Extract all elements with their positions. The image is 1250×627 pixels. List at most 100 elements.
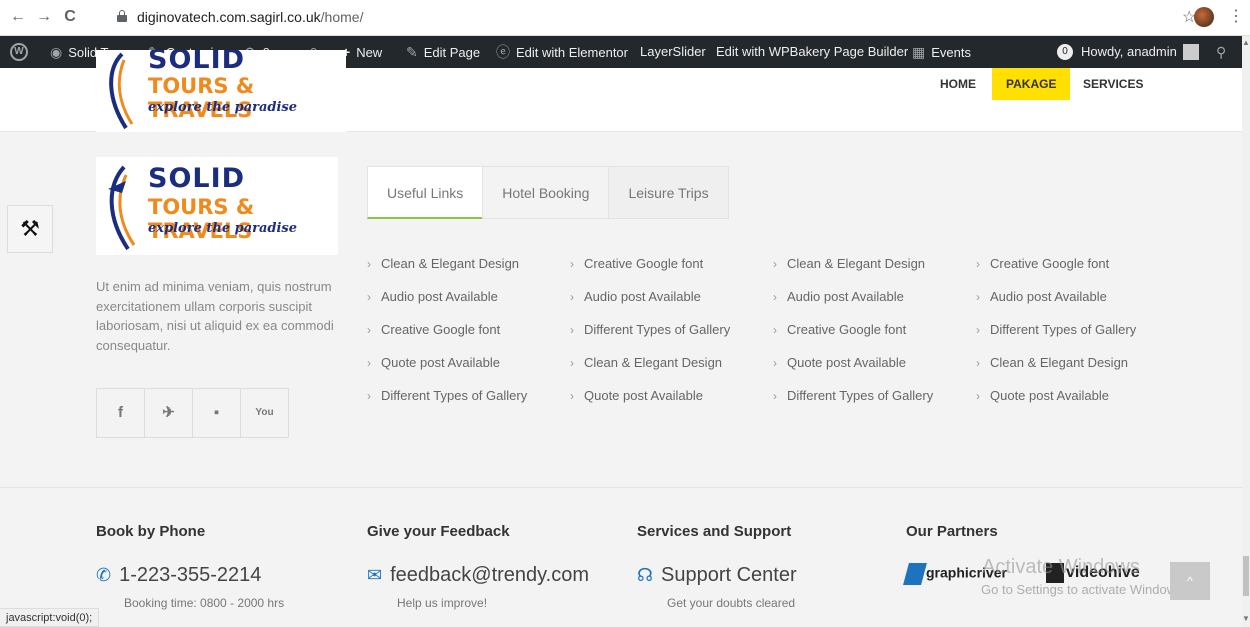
tools-icon[interactable]: ⚒ [7, 205, 53, 253]
list-item[interactable]: › Creative Google font [976, 256, 1109, 271]
list-item[interactable]: › Audio post Available [570, 289, 701, 304]
search-icon[interactable]: ⚲ [1216, 36, 1232, 68]
scrollbar-thumb[interactable] [1243, 556, 1249, 596]
social-links: f ✈ ▪ You [96, 388, 289, 438]
elementor-icon: ⓔ [496, 44, 510, 60]
layerslider-menu[interactable]: LayerSlider [640, 36, 706, 68]
edit-elementor-menu[interactable]: ⓔ Edit with Elementor [496, 36, 628, 68]
chevron-up-icon: ^ [1187, 574, 1193, 588]
site-header: SOLID TOURS & TRAVELS explore the paradi… [0, 50, 1242, 132]
chevron-right-icon: › [976, 356, 980, 370]
list-item[interactable]: › Creative Google font [367, 322, 500, 337]
scroll-down-icon[interactable]: ▼ [1242, 614, 1250, 623]
list-item[interactable]: › Clean & Elegant Design [773, 256, 925, 271]
list-item[interactable]: › Different Types of Gallery [773, 388, 933, 403]
twitter-icon[interactable]: ✈ [145, 389, 193, 437]
chevron-right-icon: › [367, 257, 371, 271]
footer-divider [0, 487, 1242, 488]
chevron-right-icon: › [367, 389, 371, 403]
youtube-icon[interactable]: You [241, 389, 288, 437]
list-item[interactable]: › Audio post Available [367, 289, 498, 304]
logo-mark-icon [108, 165, 136, 251]
list-item[interactable]: › Quote post Available [976, 388, 1109, 403]
chevron-right-icon: › [773, 257, 777, 271]
scroll-up-icon[interactable]: ▲ [1242, 38, 1250, 47]
new-content-menu[interactable]: + New [342, 36, 382, 68]
headphones-icon: ☊ [637, 565, 653, 585]
tab-hotel-booking[interactable]: Hotel Booking [482, 166, 609, 219]
phone-title: Book by Phone [96, 523, 206, 540]
chevron-right-icon: › [976, 290, 980, 304]
browser-toolbar: ← → C diginovatech.com.sagirl.co.uk/home… [0, 0, 1250, 36]
notification-badge: 0 [1057, 43, 1073, 60]
wp-logo-menu[interactable]: W [10, 36, 28, 68]
graphicriver-icon [903, 563, 927, 585]
list-item[interactable]: › Audio post Available [976, 289, 1107, 304]
menu-item-home[interactable]: HOME [926, 68, 990, 100]
feedback-sub: Help us improve! [397, 596, 488, 610]
lock-icon[interactable] [117, 10, 127, 22]
phone-link[interactable]: ✆ 1-223-355-2214 [96, 564, 261, 587]
footer-tabs: Useful Links Hotel Booking Leisure Trips [367, 166, 729, 219]
chevron-right-icon: › [976, 323, 980, 337]
profile-avatar[interactable] [1194, 7, 1214, 27]
list-item[interactable]: › Clean & Elegant Design [367, 256, 519, 271]
chevron-right-icon: › [570, 290, 574, 304]
support-sub: Get your doubts cleared [667, 596, 796, 610]
list-item[interactable]: › Different Types of Gallery [976, 322, 1136, 337]
back-icon[interactable]: ← [8, 8, 28, 26]
facebook-icon[interactable]: f [97, 389, 145, 437]
feedback-link[interactable]: ✉ feedback@trendy.com [367, 564, 589, 587]
partners-title: Our Partners [906, 523, 998, 540]
chevron-right-icon: › [367, 323, 371, 337]
tab-leisure-trips[interactable]: Leisure Trips [608, 166, 729, 219]
address-bar[interactable]: diginovatech.com.sagirl.co.uk/home/ [117, 5, 1167, 30]
list-item[interactable]: › Quote post Available [773, 355, 906, 370]
list-item[interactable]: › Clean & Elegant Design [976, 355, 1128, 370]
url-text[interactable]: diginovatech.com.sagirl.co.uk/home/ [137, 9, 363, 25]
activate-windows-subtext: Go to Settings to activate Windows. [981, 582, 1187, 597]
phone-sub: Booking time: 0800 - 2000 hrs [124, 596, 285, 610]
back-to-top-button[interactable]: ^ [1170, 562, 1210, 600]
chevron-right-icon: › [570, 356, 574, 370]
chevron-right-icon: › [976, 389, 980, 403]
avatar [1182, 43, 1199, 60]
footer-logo[interactable]: SOLID TOURS & TRAVELS explore the paradi… [96, 157, 338, 255]
forward-icon[interactable]: → [34, 8, 54, 26]
chevron-right-icon: › [773, 290, 777, 304]
pencil-icon: ✎ [406, 44, 418, 60]
browser-status-bar: javascript:void(0); [0, 608, 100, 627]
calendar-icon: ▦ [912, 44, 926, 60]
chevron-right-icon: › [773, 323, 777, 337]
reload-icon[interactable]: C [60, 8, 80, 26]
phone-icon: ✆ [96, 565, 112, 585]
list-item[interactable]: › Creative Google font [773, 322, 906, 337]
edit-page-menu[interactable]: ✎ Edit Page [406, 36, 480, 68]
menu-item-pakage[interactable]: PAKAGE [992, 68, 1071, 100]
header-logo[interactable]: SOLID TOURS & TRAVELS explore the paradi… [96, 50, 346, 132]
list-item[interactable]: › Quote post Available [570, 388, 703, 403]
dashboard-icon: ◉ [50, 44, 63, 60]
events-menu[interactable]: ▦ Events [912, 36, 971, 68]
list-item[interactable]: › Different Types of Gallery [367, 388, 527, 403]
list-item[interactable]: › Quote post Available [367, 355, 500, 370]
chevron-right-icon: › [367, 290, 371, 304]
wordpress-icon: W [10, 42, 28, 61]
tab-useful-links[interactable]: Useful Links [367, 166, 483, 219]
chevron-right-icon: › [570, 257, 574, 271]
page-scrollbar[interactable]: ▲ ▼ [1242, 36, 1250, 627]
flickr-icon[interactable]: ▪ [193, 389, 241, 437]
chevron-right-icon: › [773, 389, 777, 403]
list-item[interactable]: › Different Types of Gallery [570, 322, 730, 337]
list-item[interactable]: › Clean & Elegant Design [570, 355, 722, 370]
list-item[interactable]: › Audio post Available [773, 289, 904, 304]
wpbakery-menu[interactable]: Edit with WPBakery Page Builder [716, 36, 908, 68]
menu-item-services[interactable]: SERVICES [1069, 68, 1157, 100]
feedback-title: Give your Feedback [367, 523, 510, 540]
chevron-right-icon: › [773, 356, 777, 370]
browser-menu-icon[interactable]: ⋮ [1228, 6, 1244, 26]
list-item[interactable]: › Creative Google font [570, 256, 703, 271]
account-menu[interactable]: 0 Howdy, anadmin [1057, 36, 1199, 68]
support-link[interactable]: ☊ Support Center [637, 564, 797, 587]
envelope-icon: ✉ [367, 565, 383, 585]
